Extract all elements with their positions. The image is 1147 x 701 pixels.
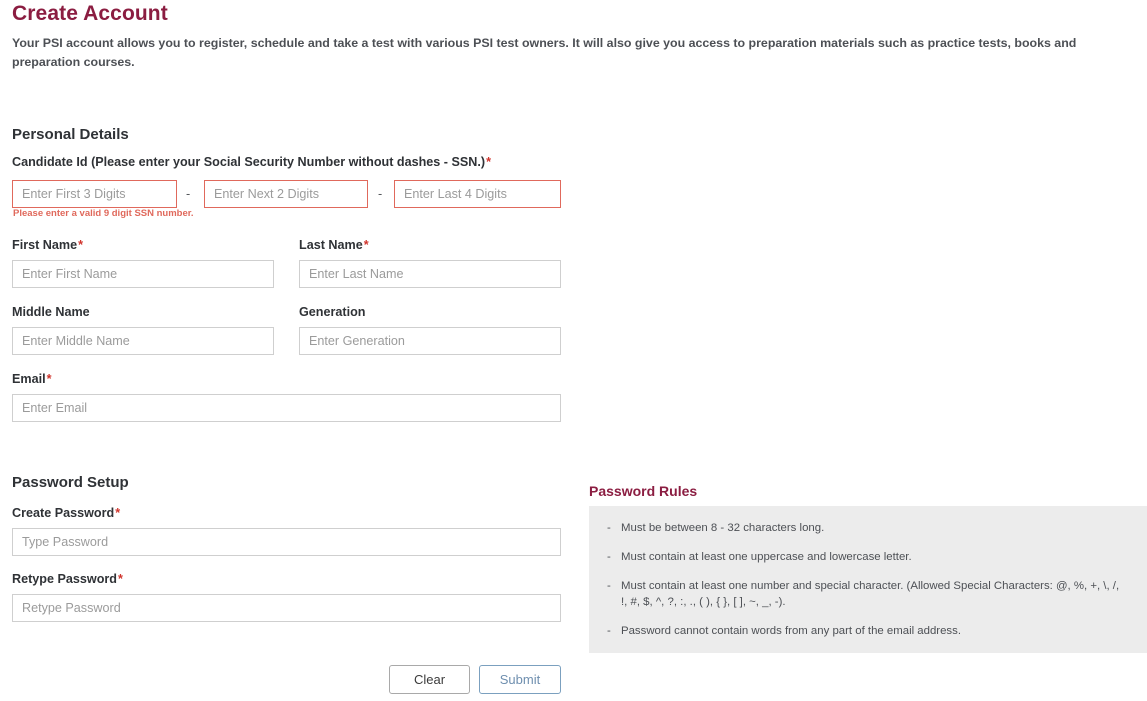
page-title: Create Account [12, 2, 168, 25]
last-name-input[interactable] [299, 260, 561, 288]
required-asterisk: * [486, 155, 491, 169]
create-password-label-text: Create Password [12, 506, 115, 520]
retype-password-input[interactable] [12, 594, 561, 622]
create-account-page: Create Account Your PSI account allows y… [0, 0, 1147, 701]
list-item: - Must contain at least one number and s… [599, 578, 1125, 610]
password-rules-box: - Must be between 8 - 32 characters long… [589, 506, 1147, 653]
email-label: Email* [12, 372, 52, 386]
ssn-first-3-input[interactable] [12, 180, 177, 208]
ssn-separator-dash-2: - [378, 187, 383, 201]
first-name-label-text: First Name [12, 238, 78, 252]
required-asterisk: * [115, 506, 121, 520]
bullet-marker: - [607, 551, 611, 563]
section-heading-password-setup: Password Setup [12, 474, 129, 491]
bullet-marker: - [607, 625, 611, 637]
required-asterisk: * [78, 238, 83, 252]
page-intro-text: Your PSI account allows you to register,… [12, 36, 1077, 69]
password-rules-list: - Must be between 8 - 32 characters long… [599, 520, 1125, 639]
section-heading-password-rules: Password Rules [589, 483, 698, 499]
password-rule-text: Password cannot contain words from any p… [621, 625, 961, 637]
ssn-separator-dash-1: - [186, 187, 191, 201]
required-asterisk: * [46, 372, 52, 386]
create-password-input[interactable] [12, 528, 561, 556]
first-name-input[interactable] [12, 260, 274, 288]
retype-password-label: Retype Password* [12, 572, 123, 586]
candidate-id-label: Candidate Id (Please enter your Social S… [12, 155, 491, 169]
password-rule-text: Must contain at least one uppercase and … [621, 551, 912, 563]
bullet-marker: - [607, 522, 611, 534]
submit-button[interactable]: Submit [479, 665, 561, 694]
section-heading-personal-details: Personal Details [12, 126, 129, 143]
generation-label: Generation [299, 305, 366, 319]
middle-name-label: Middle Name [12, 305, 90, 319]
required-asterisk: * [363, 238, 369, 252]
list-item: - Password cannot contain words from any… [599, 623, 1125, 639]
retype-password-label-text: Retype Password [12, 572, 117, 586]
password-rule-text: Must contain at least one number and spe… [621, 580, 1120, 608]
ssn-validation-error: Please enter a valid 9 digit SSN number. [13, 208, 194, 219]
password-rule-text: Must be between 8 - 32 characters long. [621, 522, 825, 534]
generation-input[interactable] [299, 327, 561, 355]
middle-name-input[interactable] [12, 327, 274, 355]
email-input[interactable] [12, 394, 561, 422]
first-name-label: First Name* [12, 238, 83, 252]
ssn-next-2-input[interactable] [204, 180, 368, 208]
last-name-label-text: Last Name [299, 238, 363, 252]
ssn-last-4-input[interactable] [394, 180, 561, 208]
create-password-label: Create Password* [12, 506, 120, 520]
clear-button[interactable]: Clear [389, 665, 470, 694]
required-asterisk: * [118, 572, 123, 586]
bullet-marker: - [607, 580, 611, 592]
list-item: - Must contain at least one uppercase an… [599, 549, 1125, 565]
candidate-id-label-text: Candidate Id (Please enter your Social S… [12, 155, 486, 169]
email-label-text: Email [12, 372, 46, 386]
last-name-label: Last Name* [299, 238, 369, 252]
list-item: - Must be between 8 - 32 characters long… [599, 520, 1125, 536]
